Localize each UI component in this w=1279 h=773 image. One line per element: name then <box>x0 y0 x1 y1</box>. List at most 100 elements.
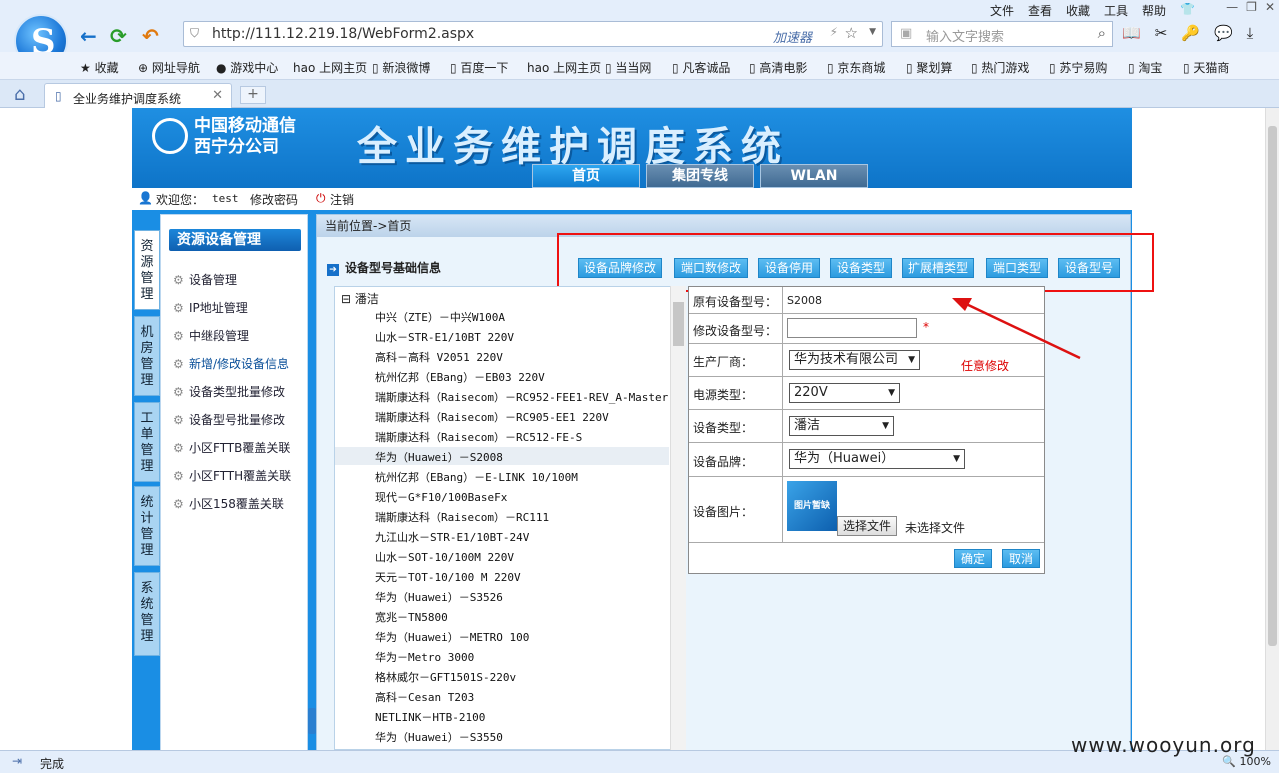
choose-file-button[interactable]: 选择文件 <box>837 516 898 536</box>
menu-favorites[interactable]: 收藏 <box>1066 2 1090 19</box>
menu-device-management[interactable]: ⚙ 设备管理 <box>173 271 237 288</box>
splitter-handle[interactable] <box>308 708 316 734</box>
bookmark-item[interactable]: ▯ 当当网 <box>605 59 651 76</box>
tree-item[interactable]: 华为（Huawei）－S3526 <box>375 589 503 605</box>
url-text[interactable]: http://111.12.219.18/WebForm2.aspx <box>212 26 474 42</box>
nav-home[interactable]: 首页 <box>532 164 640 188</box>
tree-item[interactable]: 格林威尔－GFT1501S-220v <box>375 669 516 685</box>
reader-icon[interactable]: 📖 <box>1122 24 1141 42</box>
chevron-down-icon[interactable]: ▼ <box>869 27 876 37</box>
search-icon[interactable]: ⌕ <box>1098 24 1106 42</box>
tree-item[interactable]: 现代－G*F10/100BaseFx <box>375 489 507 505</box>
menu-fttb[interactable]: ⚙ 小区FTTB覆盖关联 <box>173 439 290 456</box>
menu-view[interactable]: 查看 <box>1028 2 1052 19</box>
accelerator-label[interactable]: 加速器 <box>773 27 812 46</box>
nav-group-line[interactable]: 集团专线 <box>646 164 754 188</box>
home-icon[interactable]: ⌂ <box>14 84 25 105</box>
tree-item[interactable]: 高科－高科 V2051 220V <box>375 349 503 365</box>
tree-item[interactable]: 天元－TOT-10/100 M 220V <box>375 569 521 585</box>
back-icon[interactable]: ← <box>80 24 97 48</box>
page-scrollbar[interactable] <box>1265 108 1279 750</box>
menu-tools[interactable]: 工具 <box>1104 2 1128 19</box>
menu-batch-model[interactable]: ⚙ 设备型号批量修改 <box>173 411 285 428</box>
tree-item[interactable]: 瑞斯康达科（Raisecom）－RC512-FE-S <box>375 429 582 445</box>
tree-item[interactable]: 杭州亿邦（EBang）－EB03 220V <box>375 369 545 385</box>
page-scroll-thumb[interactable] <box>1268 126 1277 646</box>
tree-item[interactable]: 华为（Huawei）－S3550 <box>375 729 503 745</box>
tree-item[interactable]: 华为－Metro 3000 <box>375 649 474 665</box>
tree-scroll-thumb[interactable] <box>673 302 684 346</box>
power-select[interactable]: 220V ▼ <box>789 383 900 403</box>
tree-item[interactable]: 瑞斯康达科（Raisecom）－RC111 <box>375 509 549 525</box>
bookmark-item[interactable]: ▯ 京东商城 <box>827 59 885 76</box>
bookmark-item[interactable]: ▯ 淘宝 <box>1128 59 1162 76</box>
menu-relay-management[interactable]: ⚙ 中继段管理 <box>173 327 249 344</box>
tree-item-selected[interactable]: 华为（Huawei）－S2008 <box>375 449 503 465</box>
bookmark-item[interactable]: ▯ 天猫商 <box>1183 59 1229 76</box>
menu-batch-type[interactable]: ⚙ 设备类型批量修改 <box>173 383 285 400</box>
bookmark-item[interactable]: ▯ 聚划算 <box>906 59 952 76</box>
tree-item[interactable]: 九江山水－STR-E1/10BT-24V <box>375 529 529 545</box>
tree-item[interactable]: 华为（Huawei）－METRO 100 <box>375 629 529 645</box>
vendor-select[interactable]: 华为技术有限公司 ▼ <box>789 350 920 370</box>
lightning-icon[interactable]: ⚡ <box>830 25 838 39</box>
close-tab-icon[interactable]: ✕ <box>212 88 223 103</box>
scissors-icon[interactable]: ✂ <box>1155 24 1168 42</box>
skin-icon[interactable]: 👕 <box>1180 2 1195 19</box>
menu-ip-management[interactable]: ⚙ IP地址管理 <box>173 299 248 316</box>
tree-item[interactable]: 瑞斯康达科（Raisecom）－RC952-FEE1-REV_A-Master … <box>375 389 685 405</box>
tree-item[interactable]: 山水－SOT-10/100M 220V <box>375 549 514 565</box>
tab-room[interactable]: 机房管理 <box>134 316 160 396</box>
tab-active[interactable]: ▯ 全业务维护调度系统 ✕ <box>44 83 232 109</box>
change-password-link[interactable]: 修改密码 <box>250 191 298 208</box>
tab-workorder[interactable]: 工单管理 <box>134 402 160 482</box>
key-icon[interactable]: 🔑 <box>1181 24 1200 42</box>
tab-system[interactable]: 系统管理 <box>134 572 160 656</box>
ok-button[interactable]: 确定 <box>954 549 992 568</box>
collapse-icon[interactable]: ⊟ <box>341 292 351 306</box>
new-tab-button[interactable]: + <box>240 86 266 104</box>
bookmark-item[interactable]: ▯ 新浪微博 <box>372 59 430 76</box>
tab-title[interactable]: 全业务维护调度系统 <box>73 90 181 107</box>
search-box[interactable]: ▣ 输入文字搜索 ⌕ <box>891 21 1113 47</box>
bookmark-item[interactable]: ⊕ 网址导航 <box>138 59 200 76</box>
bookmark-item[interactable]: ▯ 百度一下 <box>450 59 508 76</box>
tree-item[interactable]: 山水－STR-E1/10BT 220V <box>375 329 514 345</box>
logout-link[interactable]: 注销 <box>330 191 354 208</box>
bookmark-item[interactable]: ▯ 苏宁易购 <box>1049 59 1107 76</box>
close-icon[interactable]: ✕ <box>1265 0 1275 14</box>
bookmark-item[interactable]: hao 上网主页 <box>527 59 601 76</box>
brand-select[interactable]: 华为（Huawei） ▼ <box>789 449 965 469</box>
chat-icon[interactable]: 💬 <box>1214 24 1233 42</box>
menu-file[interactable]: 文件 <box>990 2 1014 19</box>
address-bar[interactable]: ⛉ http://111.12.219.18/WebForm2.aspx 加速器… <box>183 21 883 47</box>
tree-item[interactable]: 杭州亿邦（EBang）－E-LINK 10/100M <box>375 469 578 485</box>
tree-item[interactable]: 高科－Cesan T203 <box>375 689 474 705</box>
bookmark-item[interactable]: ▯ 高清电影 <box>749 59 807 76</box>
tab-resource[interactable]: 资源管理 <box>134 230 160 310</box>
menu-add-edit-device[interactable]: ⚙ 新增/修改设备信息 <box>173 355 289 372</box>
nav-wlan[interactable]: WLAN <box>760 164 868 188</box>
star-icon[interactable]: ☆ <box>845 24 858 42</box>
bookmark-item[interactable]: ★ 收藏 <box>80 59 119 76</box>
tree-item[interactable]: 宽兆－TN5800 <box>375 609 448 625</box>
new-model-input[interactable] <box>787 318 917 338</box>
type-select[interactable]: 潘洁 ▼ <box>789 416 894 436</box>
tree-item[interactable]: 瑞斯康达科（Raisecom）－RC905-EE1 220V <box>375 409 609 425</box>
refresh-icon[interactable]: ⟳ <box>110 24 127 48</box>
tree-root[interactable]: ⊟ 潘洁 <box>341 290 379 307</box>
download-icon[interactable]: ⤓ <box>1247 24 1254 42</box>
cancel-button[interactable]: 取消 <box>1002 549 1040 568</box>
minimize-icon[interactable]: — <box>1226 0 1238 14</box>
bookmark-item[interactable]: ● 游戏中心 <box>216 59 278 76</box>
bookmark-item[interactable]: ▯ 热门游戏 <box>971 59 1029 76</box>
sidebar-toggle-icon[interactable]: ⇥ <box>12 754 22 768</box>
bookmark-item[interactable]: hao 上网主页 <box>293 59 367 76</box>
menu-158[interactable]: ⚙ 小区158覆盖关联 <box>173 495 284 512</box>
logout-icon[interactable]: ⏻ <box>316 191 326 206</box>
tab-statistics[interactable]: 统计管理 <box>134 486 160 566</box>
tree-item[interactable]: NETLINK－HTB-2100 <box>375 709 485 725</box>
menu-help[interactable]: 帮助 <box>1142 2 1166 19</box>
bookmark-item[interactable]: ▯ 凡客诚品 <box>672 59 730 76</box>
tree-scrollbar[interactable] <box>670 286 686 750</box>
